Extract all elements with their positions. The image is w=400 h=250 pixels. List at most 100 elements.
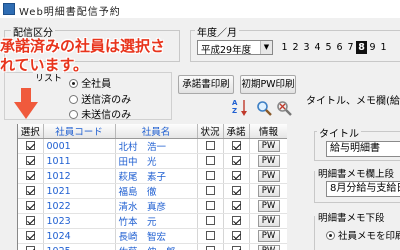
sort-az-icon[interactable]: A Z [232,99,247,117]
select-checkbox[interactable] [25,245,35,250]
consent-checkbox[interactable] [231,140,241,150]
status-cell[interactable] [197,138,224,154]
pw-button[interactable]: PW [257,170,280,182]
select-cell[interactable] [18,153,44,169]
pw-button[interactable]: PW [257,185,280,197]
memo-top-input[interactable]: 8月分給与支給日 [326,181,400,197]
table-row[interactable]: 1023 竹本 元 PW [18,213,287,229]
consent-cell[interactable] [223,198,250,214]
pw-button[interactable]: PW [257,215,280,227]
select-checkbox[interactable] [25,200,35,210]
status-cell[interactable] [197,198,224,214]
consent-checkbox[interactable] [231,215,241,225]
month-9[interactable]: 9 [367,41,378,54]
consent-checkbox[interactable] [231,200,241,210]
status-cell[interactable] [197,168,224,184]
consent-cell[interactable] [223,228,250,244]
app-icon [3,3,15,15]
select-cell[interactable] [18,198,44,214]
sort-arrow-icon [241,100,247,116]
select-checkbox[interactable] [25,140,35,150]
pw-button[interactable]: PW [257,155,280,167]
status-checkbox[interactable] [205,140,215,150]
table-row[interactable]: 1011 田中 光 PW [18,153,287,169]
title-input[interactable]: 給与明細書 [326,141,400,157]
select-cell[interactable] [18,228,44,244]
status-checkbox[interactable] [205,185,215,195]
table-row[interactable]: 1021 福島 徹 PW [18,183,287,199]
radio-all-employees[interactable]: 全社員 [69,75,111,90]
radio-sent-only[interactable]: 送信済のみ [69,91,131,106]
status-cell[interactable] [197,243,224,250]
consent-cell[interactable] [223,213,250,229]
column-header-code[interactable]: 社員コード [43,124,116,139]
pw-button[interactable]: PW [257,200,280,212]
table-row[interactable]: 1012 萩尾 素子 PW [18,168,287,184]
select-checkbox[interactable] [25,230,35,240]
month-1[interactable]: 1 [279,41,290,54]
search-clear-icon[interactable] [276,100,292,116]
month-4[interactable]: 4 [312,41,323,54]
radio-unsent-only[interactable]: 未送信のみ [69,106,131,121]
table-row[interactable]: 1025佐藤 伸一郎 PW [18,243,287,250]
info-cell: PW [249,198,287,214]
pw-button[interactable]: PW [257,245,280,250]
memo-bottom-radio[interactable]: 社員メモを印刷 [326,228,400,242]
print-initial-pw-button[interactable]: 初期PW印刷 [240,75,296,94]
consent-checkbox[interactable] [231,230,241,240]
column-header-info[interactable]: 情報 [249,124,287,139]
pw-button[interactable]: PW [257,230,280,242]
select-checkbox[interactable] [25,155,35,165]
consent-cell[interactable] [223,168,250,184]
select-checkbox[interactable] [25,170,35,180]
consent-checkbox[interactable] [231,185,241,195]
status-checkbox[interactable] [205,245,215,250]
select-checkbox[interactable] [25,215,35,225]
employee-name: 福島 徹 [115,183,198,199]
radio-indicator [69,110,78,119]
month-7[interactable]: 7 [345,41,356,54]
consent-checkbox[interactable] [231,170,241,180]
column-header-name[interactable]: 社員名 [115,124,198,139]
select-cell[interactable] [18,183,44,199]
column-header-select[interactable]: 選択 [18,124,44,139]
month-6[interactable]: 6 [334,41,345,54]
select-cell[interactable] [18,243,44,250]
status-cell[interactable] [197,183,224,199]
pw-button[interactable]: PW [257,140,280,152]
consent-checkbox[interactable] [231,155,241,165]
print-consent-button[interactable]: 承諾書印刷 [178,75,234,94]
status-cell[interactable] [197,153,224,169]
employee-name: 清水 真彦 [115,198,198,214]
status-cell[interactable] [197,228,224,244]
column-header-status[interactable]: 状況 [197,124,224,139]
month-10[interactable]: 1 [378,41,389,54]
consent-checkbox[interactable] [231,245,241,250]
table-row[interactable]: 0001 北村 浩一 PW [18,138,287,154]
status-cell[interactable] [197,213,224,229]
status-checkbox[interactable] [205,215,215,225]
column-header-consent[interactable]: 承諾 [223,124,250,139]
status-checkbox[interactable] [205,170,215,180]
month-3[interactable]: 3 [301,41,312,54]
consent-cell[interactable] [223,138,250,154]
consent-cell[interactable] [223,243,250,250]
status-checkbox[interactable] [205,155,215,165]
month-8[interactable]: 8 [356,41,367,54]
consent-cell[interactable] [223,153,250,169]
consent-cell[interactable] [223,183,250,199]
table-row[interactable]: 1024 長崎 智宏 PW [18,228,287,244]
select-cell[interactable] [18,213,44,229]
select-checkbox[interactable] [25,185,35,195]
status-checkbox[interactable] [205,230,215,240]
select-cell[interactable] [18,138,44,154]
year-select[interactable]: 平成29年度 ▼ [197,40,273,56]
status-checkbox[interactable] [205,200,215,210]
search-icon[interactable] [256,100,272,116]
select-cell[interactable] [18,168,44,184]
month-5[interactable]: 5 [323,41,334,54]
table-row[interactable]: 1022 清水 真彦 PW [18,198,287,214]
period-label: 年度／月 [195,24,239,39]
right-panel-description: タイトル、メモ欄(給与 [306,96,400,107]
month-2[interactable]: 2 [290,41,301,54]
